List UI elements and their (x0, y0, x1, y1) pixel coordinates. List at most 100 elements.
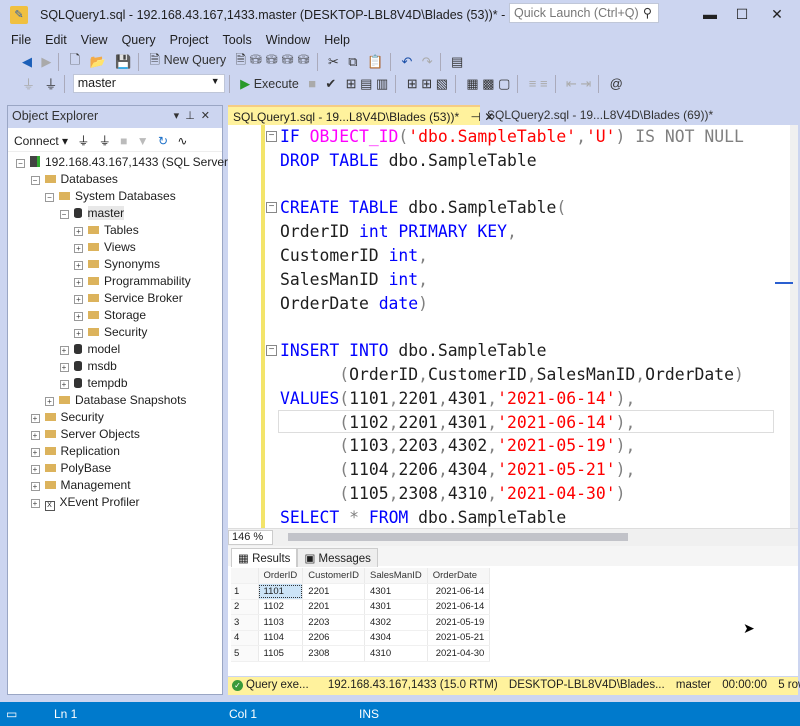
tree-node[interactable]: + PolyBase (30, 460, 111, 477)
menu-project[interactable]: Project (170, 30, 209, 50)
execute-button[interactable]: ▶ Execute (240, 76, 299, 92)
cut-icon[interactable]: ✂ (328, 54, 339, 70)
expand-icon[interactable]: + (45, 397, 54, 406)
minimize-button[interactable]: ▬ (700, 6, 720, 22)
forward-icon[interactable]: ▶ (41, 54, 51, 70)
column-header[interactable]: SalesManID (364, 568, 428, 584)
table-cell[interactable]: 4304 (364, 630, 428, 646)
table-cell[interactable]: 4310 (364, 645, 428, 662)
refresh-icon[interactable]: ↻ (158, 134, 168, 148)
expand-icon[interactable]: + (30, 414, 40, 423)
table-cell[interactable]: 1102 (258, 599, 304, 615)
table-cell[interactable]: 1103 (258, 614, 304, 631)
menu-help[interactable]: Help (324, 30, 350, 50)
query-options-icons[interactable]: ⊞ ⊞ ▧ (407, 76, 448, 92)
filter-icon[interactable]: ▼ (137, 134, 149, 148)
editor-horizontal-scrollbar[interactable] (288, 533, 628, 541)
copy-icon[interactable]: ⧉ (348, 54, 357, 70)
table-cell[interactable]: 2201 (302, 599, 365, 615)
comment-icons[interactable]: ≡ ≡ (529, 76, 548, 91)
tree-node[interactable]: + Synonyms (74, 256, 160, 273)
change-connection-icon[interactable]: ⏚ (44, 74, 57, 93)
table-cell[interactable]: 4302 (364, 614, 428, 631)
table-cell[interactable]: 2201 (302, 583, 365, 600)
pin-icon[interactable]: ⊥ (185, 110, 201, 122)
table-cell[interactable]: 2021-04-30 (427, 645, 491, 662)
collapse-icon[interactable]: − (30, 176, 40, 185)
collapse-icon[interactable]: − (45, 193, 54, 202)
tree-node[interactable]: + model (59, 341, 120, 358)
expand-icon[interactable]: + (74, 295, 83, 304)
quick-launch-input[interactable]: Quick Launch (Ctrl+Q) ⚲ (509, 3, 659, 23)
table-cell[interactable]: 2021-06-14 (427, 599, 491, 615)
row-number[interactable]: 5 (231, 645, 259, 662)
activity-monitor-icon[interactable]: ▤ (451, 54, 463, 70)
menu-file[interactable]: File (11, 30, 31, 50)
expand-icon[interactable]: + (30, 431, 40, 440)
indent-icons[interactable]: ⇤ ⇥ (566, 76, 591, 92)
tree-node[interactable]: + msdb (59, 358, 117, 375)
table-cell[interactable]: 2206 (302, 630, 365, 646)
collapse-icon[interactable]: − (16, 159, 25, 168)
save-icon[interactable]: 💾 (115, 54, 131, 70)
tree-node[interactable]: + Views (74, 239, 136, 256)
row-number[interactable]: 2 (231, 599, 259, 615)
column-header[interactable]: OrderDate (427, 568, 491, 584)
tree-node[interactable]: + Programmability (74, 273, 191, 290)
specify-values-icon[interactable]: @ (610, 76, 623, 91)
tree-node[interactable]: − System Databases (45, 188, 176, 205)
table-cell[interactable]: 2021-05-19 (427, 614, 491, 631)
stop-icon[interactable]: ■ (120, 134, 127, 148)
tab-sqlquery1[interactable]: SQLQuery1.sql - 19...L8V4D\Blades (53))*… (228, 105, 494, 125)
open-file-icon[interactable]: 📂 (89, 54, 105, 70)
table-cell[interactable]: 4301 (364, 583, 428, 600)
dropdown-icon[interactable]: ▾ (174, 110, 186, 122)
expand-icon[interactable]: + (30, 465, 40, 474)
zoom-select[interactable]: 146 % (228, 530, 273, 545)
tree-node[interactable]: + Database Snapshots (45, 392, 186, 409)
tree-node[interactable]: + Replication (30, 443, 120, 460)
expand-icon[interactable]: + (30, 448, 40, 457)
close-panel-icon[interactable]: ✕ (201, 110, 216, 122)
new-query-button[interactable]: 🗎 New Query (150, 51, 227, 73)
column-header[interactable]: CustomerID (302, 568, 365, 584)
tree-node[interactable]: − Databases (30, 171, 118, 188)
activity-icon[interactable]: ∿ (177, 134, 187, 148)
disconnect-icon[interactable]: ⏚ (99, 134, 111, 148)
tree-node[interactable]: + Service Broker (74, 290, 183, 307)
fold-collapse-icon[interactable]: − (266, 131, 277, 142)
table-cell[interactable]: 4301 (364, 599, 428, 615)
back-icon[interactable]: ◀ (22, 54, 32, 70)
tree-node[interactable]: + tempdb (59, 375, 128, 392)
expand-icon[interactable]: + (74, 244, 83, 253)
expand-icon[interactable]: + (74, 278, 83, 287)
maximize-button[interactable]: ☐ (732, 6, 752, 23)
undo-icon[interactable]: ↶ (401, 54, 412, 70)
expand-icon[interactable]: + (30, 499, 40, 508)
expand-icon[interactable]: + (74, 261, 83, 270)
fold-collapse-icon[interactable]: − (266, 345, 277, 357)
row-number[interactable]: 1 (231, 583, 259, 600)
connect-dropdown[interactable]: Connect ▾ (14, 134, 68, 148)
tree-node[interactable]: − master (59, 205, 125, 222)
query-type-icons[interactable]: 🗎 ⛁ ⛁ ⛁ ⛁ (236, 51, 310, 73)
row-number[interactable]: 4 (231, 630, 259, 646)
menu-view[interactable]: View (81, 30, 108, 50)
sql-code[interactable]: IF OBJECT_ID('dbo.SampleTable','U') IS N… (280, 125, 744, 528)
row-number[interactable]: 3 (231, 614, 259, 631)
expand-icon[interactable]: + (74, 227, 83, 236)
query-editor[interactable]: IF OBJECT_ID('dbo.SampleTable','U') IS N… (228, 125, 790, 528)
table-cell[interactable]: 1105 (258, 645, 304, 662)
fold-collapse-icon[interactable]: − (266, 202, 277, 214)
connect-icon[interactable]: ⏚ (77, 134, 89, 148)
editor-vertical-scrollbar[interactable] (790, 125, 798, 528)
tab-results[interactable]: ▦ Results (231, 548, 298, 567)
expand-icon[interactable]: + (59, 346, 69, 355)
table-cell[interactable]: 2021-05-21 (427, 630, 491, 646)
estimated-plan-icon[interactable]: ⊞ ▤ ▥ (346, 76, 389, 92)
tab-sqlquery2[interactable]: SQLQuery2.sql - 19...L8V4D\Blades (69))* (482, 105, 718, 125)
pin-icon[interactable]: ⊣ (470, 110, 480, 124)
stop-icon[interactable]: ■ (308, 76, 316, 91)
tree-node[interactable]: + Security (74, 324, 147, 341)
tree-node[interactable]: + Storage (74, 307, 146, 324)
